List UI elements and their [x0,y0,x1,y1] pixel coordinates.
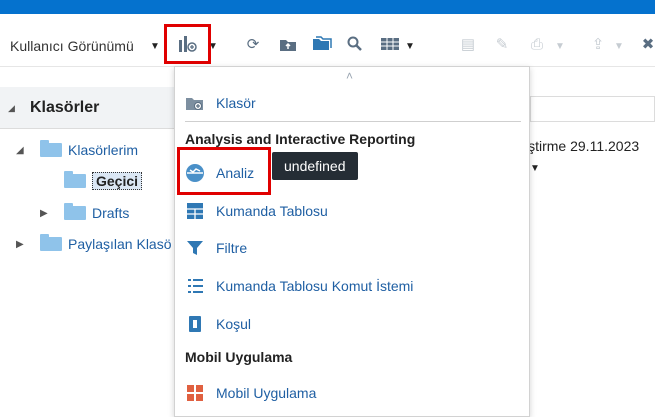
tooltip: undefined [272,152,358,180]
tree-item-drafts[interactable]: ▶ Drafts [40,202,129,224]
view-grid-icon[interactable] [380,34,400,54]
refresh-icon[interactable]: ⟳ [243,34,263,54]
menu-item-label[interactable]: Mobil Uygulama [216,385,316,401]
folders-icon[interactable] [312,34,332,54]
menu-divider [185,121,521,122]
collapse-icon[interactable]: ◢ [8,103,15,114]
folder-add-icon [185,93,205,113]
tree-item-label[interactable]: Drafts [92,205,129,221]
collapsed-triangle-icon[interactable]: ▶ [40,208,54,219]
chevron-down-icon: ▼ [614,41,624,52]
tree-item-my-folders[interactable]: ◢ Klasörlerim [16,139,138,161]
tree-item-label[interactable]: Geçici [92,172,143,190]
section-heading-mobile: Mobil Uygulama [185,349,293,365]
menu-item-mobile-app[interactable]: Mobil Uygulama [185,381,316,405]
folders-panel-title: Klasörler [30,99,100,116]
section-heading-analysis: Analysis and Interactive Reporting [185,131,416,147]
expanded-triangle-icon[interactable]: ◢ [16,145,30,156]
filter-icon [185,238,205,258]
last-modified-text: iştirme 29.11.2023 [525,138,640,154]
analysis-highlight [177,147,271,195]
chevron-down-icon[interactable]: ▼ [405,41,415,52]
chevron-down-icon[interactable]: ▼ [150,41,160,52]
edit-icon: ✎ [495,36,509,53]
dashboard-prompt-icon [185,276,205,296]
tree-item-shared[interactable]: ▶ Paylaşılan Klasö [16,233,172,255]
upload-folder-icon[interactable] [278,34,298,54]
chevron-down-icon: ▼ [555,41,565,52]
print-dim-icon: ▤ [460,36,476,53]
new-button-highlight [164,24,211,64]
toolbar: Kullanıcı Görünümü ▼ ▼ ⟳ ▼ ▤ ✎ ⎙ ▼ ⇪ ▼ ✖ [0,24,655,66]
header-bar [0,0,655,14]
chevron-down-icon[interactable]: ▼ [530,163,540,174]
menu-item-dashboard-prompt[interactable]: Kumanda Tablosu Komut İstemi [185,274,413,298]
menu-item-label[interactable]: Koşul [216,316,251,332]
menu-item-label[interactable]: Filtre [216,240,247,256]
folder-icon [40,234,62,251]
condition-icon [185,314,205,334]
share-icon: ⇪ [591,36,605,53]
new-item-menu: ˄ Klasör Analysis and Interactive Report… [174,66,530,417]
folders-panel-header: ◢ Klasörler [0,87,178,129]
tree-item-temp[interactable]: Geçici [64,170,143,192]
more-icon[interactable]: ✖ [638,34,655,54]
menu-item-label[interactable]: Klasör [216,95,256,111]
search-icon[interactable] [345,34,365,54]
folder-icon [64,203,86,220]
tooltip-text: undefined [284,158,346,174]
menu-item-filter[interactable]: Filtre [185,236,247,260]
folder-icon [64,171,86,188]
tree-item-label[interactable]: Paylaşılan Klasö [68,236,172,252]
printer-icon: ⎙ [530,35,543,53]
menu-item-dashboard[interactable]: Kumanda Tablosu [185,199,328,223]
menu-item-label[interactable]: Kumanda Tablosu Komut İstemi [216,278,413,294]
folder-icon [40,140,62,157]
menu-item-folder[interactable]: Klasör [185,91,256,115]
view-selector-label[interactable]: Kullanıcı Görünümü [10,38,134,54]
content-header [530,96,655,122]
menu-item-label[interactable]: Kumanda Tablosu [216,203,328,219]
tree-item-label[interactable]: Klasörlerim [68,142,138,158]
menu-item-condition[interactable]: Koşul [185,312,251,336]
scroll-up-icon[interactable]: ˄ [346,69,353,83]
mobile-app-icon [185,383,205,403]
dashboard-icon [185,201,205,221]
collapsed-triangle-icon[interactable]: ▶ [16,239,30,250]
